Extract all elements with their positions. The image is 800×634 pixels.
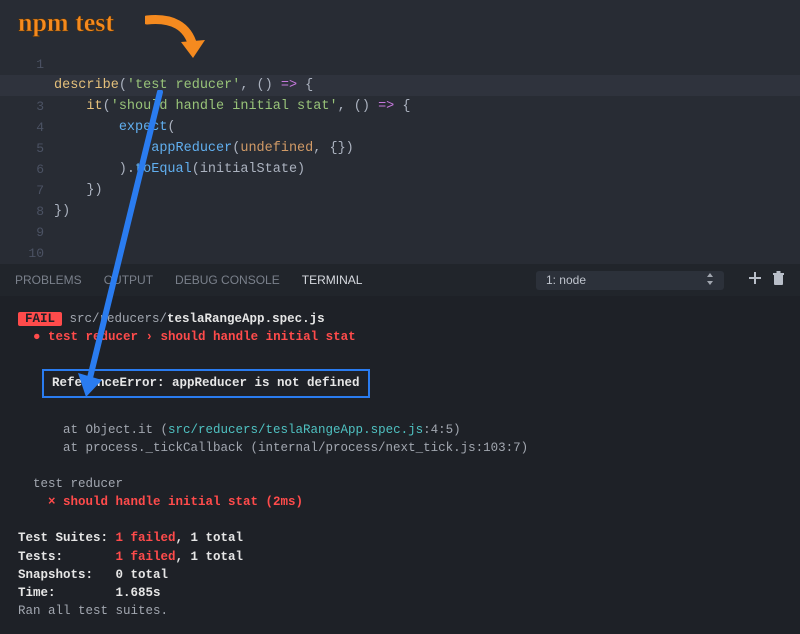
- line-number: 10: [0, 243, 44, 264]
- code-editor[interactable]: 12345678910 describe('test reducer', () …: [0, 0, 800, 264]
- terminal-output[interactable]: FAIL src/reducers/teslaRangeApp.spec.js …: [0, 296, 800, 634]
- code-line[interactable]: }): [54, 201, 800, 222]
- suite-fail-line: test reducer › should handle initial sta…: [41, 330, 356, 344]
- stack1-post: :4:5): [423, 423, 461, 437]
- fail-badge: FAIL: [18, 312, 62, 326]
- code-area[interactable]: describe('test reducer', () => { it('sho…: [54, 54, 800, 264]
- sum-snapshots: Snapshots: 0 total: [18, 568, 168, 582]
- sum-tests-failed: 1 failed: [116, 550, 176, 564]
- code-line[interactable]: expect(: [54, 117, 800, 138]
- terminal-select[interactable]: 1: node: [536, 271, 724, 290]
- fail-path: src/reducers/: [62, 312, 167, 326]
- annotation-npm-test: npm test: [18, 8, 114, 38]
- code-line[interactable]: [54, 54, 800, 75]
- sum-tests-label: Tests:: [18, 550, 116, 564]
- code-line[interactable]: [54, 222, 800, 243]
- suite-header: test reducer: [18, 477, 123, 491]
- line-number: 9: [0, 222, 44, 243]
- suite-failed-item: × should handle initial stat (2ms): [18, 495, 303, 509]
- stack1-loc: src/reducers/teslaRangeApp.spec.js: [168, 423, 423, 437]
- code-line[interactable]: it('should handle initial stat', () => {: [54, 96, 800, 117]
- line-number: 5: [0, 138, 44, 159]
- line-number: 1: [0, 54, 44, 75]
- bullet-icon: ●: [33, 330, 41, 344]
- line-number: 4: [0, 117, 44, 138]
- fail-file: teslaRangeApp.spec.js: [167, 312, 325, 326]
- code-line[interactable]: [54, 243, 800, 264]
- tab-problems[interactable]: PROBLEMS: [15, 273, 82, 287]
- line-number: 7: [0, 180, 44, 201]
- sum-suites-label: Test Suites:: [18, 531, 116, 545]
- kill-terminal-button[interactable]: [772, 271, 785, 290]
- code-line[interactable]: appReducer(undefined, {}): [54, 138, 800, 159]
- new-terminal-button[interactable]: [748, 271, 762, 290]
- terminal-select-value: 1: node: [546, 273, 586, 287]
- stack1-pre: at Object.it (: [18, 423, 168, 437]
- code-line[interactable]: describe('test reducer', () => {: [0, 75, 800, 96]
- panel-tab-bar: PROBLEMS OUTPUT DEBUG CONSOLE TERMINAL 1…: [0, 264, 800, 296]
- code-line[interactable]: ).toEqual(initialState): [54, 159, 800, 180]
- sum-suites-rest: , 1 total: [176, 531, 244, 545]
- sum-tests-rest: , 1 total: [176, 550, 244, 564]
- sum-time: Time: 1.685s: [18, 586, 161, 600]
- chevron-updown-icon: [706, 273, 714, 288]
- code-line[interactable]: }): [54, 180, 800, 201]
- line-number: 8: [0, 201, 44, 222]
- sum-suites-failed: 1 failed: [116, 531, 176, 545]
- line-number: 6: [0, 159, 44, 180]
- stack-line-2: at process._tickCallback (internal/proce…: [18, 441, 528, 455]
- tab-terminal[interactable]: TERMINAL: [302, 273, 363, 287]
- tab-debug-console[interactable]: DEBUG CONSOLE: [175, 273, 280, 287]
- tab-output[interactable]: OUTPUT: [104, 273, 153, 287]
- annotation-label: npm test: [18, 8, 114, 37]
- error-highlight-box: ReferenceError: appReducer is not define…: [42, 369, 370, 397]
- line-number: 3: [0, 96, 44, 117]
- error-message: ReferenceError: appReducer is not define…: [52, 376, 360, 390]
